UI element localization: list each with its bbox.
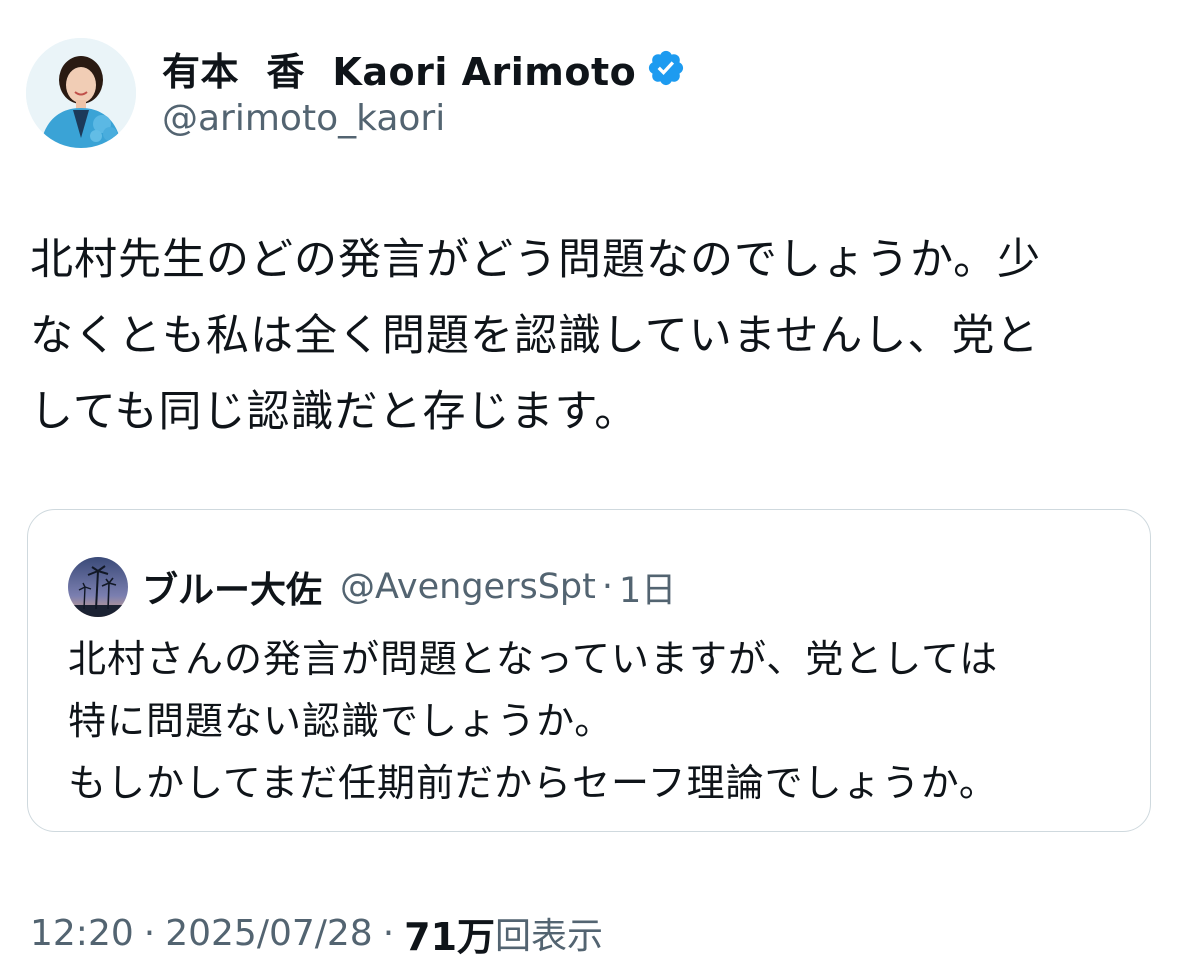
- quoted-text: 北村さんの発言が問題となっていますが、党としては 特に問題ない認識でしょうか。 …: [68, 628, 1128, 814]
- tweet-card: 有本 香 Kaori Arimoto @arimoto_kaori 北村先生のど…: [0, 0, 1179, 979]
- quoted-display-name[interactable]: ブルー大佐: [142, 561, 322, 613]
- quoted-text-line: 特に問題ない認識でしょうか。: [68, 699, 614, 743]
- tweet-text: 北村先生のどの発言がどう問題なのでしょうか。少 なくとも私は全く問題を認識してい…: [30, 222, 1150, 450]
- author-avatar-image: [26, 38, 136, 148]
- meta-separator: ·: [382, 912, 395, 954]
- quoted-author-avatar[interactable]: [68, 557, 128, 617]
- tweet-meta: 12:20 · 2025/07/28 · 71万 回表示: [30, 905, 603, 961]
- author-avatar[interactable]: [26, 38, 136, 148]
- quoted-text-line: 北村さんの発言が問題となっていますが、党としては: [68, 637, 999, 681]
- author-name-row[interactable]: 有本 香 Kaori Arimoto: [162, 42, 686, 94]
- quoted-handle[interactable]: @AvengersSpt: [340, 567, 596, 607]
- quoted-tweet[interactable]: ブルー大佐 @AvengersSpt · 1日 北村さんの発言が問題となっていま…: [27, 509, 1151, 832]
- views-count: 71万: [404, 914, 496, 959]
- meta-separator: ·: [143, 912, 156, 954]
- quoted-separator: ·: [601, 567, 614, 607]
- author-handle[interactable]: @arimoto_kaori: [162, 98, 445, 139]
- tweet-text-line: しても同じ認識だと存じます。: [30, 387, 639, 437]
- author-display-name: 有本 香 Kaori Arimoto: [162, 49, 637, 94]
- tweet-date[interactable]: 2025/07/28: [165, 913, 373, 954]
- tweet-time[interactable]: 12:20: [30, 913, 134, 954]
- verified-badge-icon: [646, 48, 686, 88]
- quoted-timestamp[interactable]: 1日: [619, 562, 676, 613]
- quoted-text-line: もしかしてまだ任期前だからセーフ理論でしょうか。: [68, 761, 998, 805]
- tweet-text-line: なくとも私は全く問題を認識していませんし、党と: [30, 311, 1040, 361]
- tweet-text-line: 北村先生のどの発言がどう問題なのでしょうか。少: [30, 235, 1042, 285]
- quoted-header: ブルー大佐 @AvengersSpt · 1日: [142, 556, 676, 618]
- views-label: 回表示: [495, 916, 604, 957]
- quoted-author-avatar-image: [68, 557, 128, 617]
